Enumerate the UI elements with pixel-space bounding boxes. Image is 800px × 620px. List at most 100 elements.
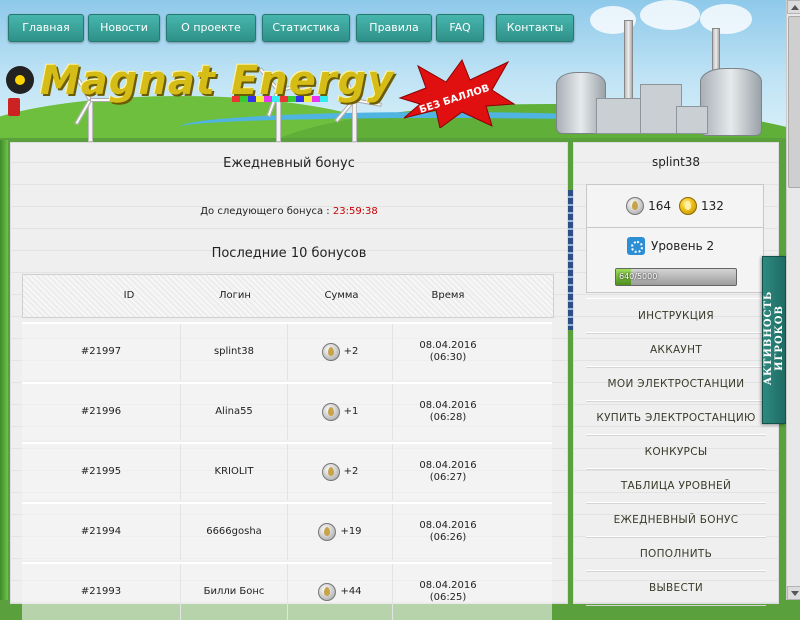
sidebar-item-instructions[interactable]: ИНСТРУКЦИЯ xyxy=(586,298,766,334)
nav-about[interactable]: О проекте xyxy=(166,14,256,42)
silver-coin-icon xyxy=(626,197,645,215)
level-gear-icon xyxy=(627,237,645,255)
row-id: #21994 xyxy=(22,504,181,560)
row-date-text: 08.04.2016 xyxy=(419,520,477,531)
scroll-up-icon[interactable] xyxy=(787,0,800,14)
scroll-down-icon[interactable] xyxy=(787,586,800,600)
smoke xyxy=(640,0,700,30)
sidebar: splint38 164 132 Уровень 2 640/5000 ИНСТ… xyxy=(573,142,779,606)
row-id: #21997 xyxy=(22,324,181,380)
next-bonus-line: До следующего бонуса : 23:59:38 xyxy=(11,206,567,217)
row-time-text: (06:30) xyxy=(429,352,467,363)
site-logo[interactable]: Magnat Energy xyxy=(40,58,394,104)
silver-coin-icon xyxy=(318,523,337,541)
row-login-text: 6666gosha xyxy=(206,526,262,537)
sidebar-item-account[interactable]: АККАУНТ xyxy=(586,332,766,368)
row-id-text: #21996 xyxy=(80,406,122,417)
row-date-text: 08.04.2016 xyxy=(419,580,477,591)
side-decoration xyxy=(0,140,8,600)
sidebar-item-daily-bonus[interactable]: ЕЖЕДНЕВНЫЙ БОНУС xyxy=(586,502,766,538)
row-amount: +2 xyxy=(288,444,393,500)
last-bonuses-title: Последние 10 бонусов xyxy=(211,246,367,261)
sidebar-item-my-power-plants[interactable]: МОИ ЭЛЕКТРОСТАНЦИИ xyxy=(586,366,766,402)
players-activity-tab[interactable]: АКТИВНОСТЬ ИГРОКОВ xyxy=(762,256,786,424)
column-header-login: Логин xyxy=(219,290,251,301)
cooling-tower xyxy=(700,68,762,136)
column-header-time: Время xyxy=(431,290,465,301)
row-amount-text: +44 xyxy=(340,586,362,597)
row-amount: +1 xyxy=(288,384,393,440)
balance-box: 164 132 xyxy=(586,184,764,228)
sidebar-item-buy-power-plant[interactable]: КУПИТЬ ЭЛЕКТРОСТАНЦИЮ xyxy=(586,400,766,436)
row-date-text: 08.04.2016 xyxy=(419,400,477,411)
row-id-text: #21994 xyxy=(80,526,122,537)
table-row: #21993 Билли Бонс +44 08.04.2016 (06:25) xyxy=(22,562,552,620)
silver-coin-icon xyxy=(321,403,340,421)
scroll-thumb[interactable] xyxy=(788,16,800,188)
row-login-text: Билли Бонс xyxy=(203,586,265,597)
gold-coin-icon xyxy=(679,197,697,215)
row-time-text: (06:27) xyxy=(429,472,467,483)
next-bonus-label: До следующего бонуса : xyxy=(200,206,330,217)
nav-news[interactable]: Новости xyxy=(88,14,160,42)
barrel-icon xyxy=(8,98,20,116)
row-login: Билли Бонс xyxy=(181,564,288,620)
row-login: splint38 xyxy=(181,324,288,380)
table-row: #21996 Alina55 +1 08.04.2016 (06:28) xyxy=(22,382,552,440)
row-time-text: (06:26) xyxy=(429,532,467,543)
table-header: ID Логин Сумма Время xyxy=(22,274,554,318)
level-label: Уровень 2 xyxy=(651,239,715,253)
scrollbar[interactable] xyxy=(786,0,800,600)
smoke xyxy=(700,4,752,34)
xp-progress-text: 640/5000 xyxy=(619,272,658,281)
nav-contacts[interactable]: Контакты xyxy=(496,14,574,42)
nav-rules[interactable]: Правила xyxy=(356,14,432,42)
main-panel: Ежедневный бонус До следующего бонуса : … xyxy=(10,142,568,620)
row-amount-text: +19 xyxy=(340,526,362,537)
row-id-text: #21995 xyxy=(80,466,122,477)
sidebar-item-contests[interactable]: КОНКУРСЫ xyxy=(586,434,766,470)
table-row: #21995 KRIOLIT +2 08.04.2016 (06:27) xyxy=(22,442,552,500)
row-login-text: Alina55 xyxy=(215,406,253,417)
level-box: Уровень 2 640/5000 xyxy=(586,227,764,293)
row-amount-text: +1 xyxy=(343,406,359,417)
row-login-text: KRIOLIT xyxy=(214,466,254,477)
page-title: Ежедневный бонус xyxy=(223,156,355,171)
row-time: 08.04.2016 (06:26) xyxy=(393,504,503,560)
sidebar-item-deposit[interactable]: ПОПОЛНИТЬ xyxy=(586,536,766,572)
plant-building xyxy=(676,106,708,134)
row-id-text: #21993 xyxy=(80,586,122,597)
nav-home[interactable]: Главная xyxy=(8,14,84,42)
row-date-text: 08.04.2016 xyxy=(419,460,477,471)
row-id: #21996 xyxy=(22,384,181,440)
nav-faq[interactable]: FAQ xyxy=(436,14,484,42)
sidebar-item-levels-table[interactable]: ТАБЛИЦА УРОВНЕЙ xyxy=(586,468,766,504)
row-amount: +19 xyxy=(288,504,393,560)
silver-balance: 164 xyxy=(648,199,671,213)
row-time: 08.04.2016 (06:25) xyxy=(393,564,503,620)
no-points-badge: БЕЗ БАЛЛОВ xyxy=(398,58,516,128)
row-id: #21993 xyxy=(22,564,181,620)
table-row: #21994 6666gosha +19 08.04.2016 (06:26) xyxy=(22,502,552,560)
row-time: 08.04.2016 (06:28) xyxy=(393,384,503,440)
plant-building xyxy=(596,98,644,134)
row-time: 08.04.2016 (06:30) xyxy=(393,324,503,380)
nav-statistics[interactable]: Статистика xyxy=(262,14,350,42)
xp-progress-bar: 640/5000 xyxy=(615,268,737,286)
row-time-text: (06:25) xyxy=(429,592,467,603)
row-amount: +44 xyxy=(288,564,393,620)
silver-coin-icon xyxy=(318,583,337,601)
row-login: Alina55 xyxy=(181,384,288,440)
row-id-text: #21997 xyxy=(80,346,122,357)
silver-coin-icon xyxy=(321,343,340,361)
next-bonus-timer: 23:59:38 xyxy=(332,206,378,217)
column-header-amount: Сумма xyxy=(324,290,359,301)
row-login: KRIOLIT xyxy=(181,444,288,500)
radiation-icon xyxy=(6,66,34,94)
gold-balance: 132 xyxy=(701,199,724,213)
logo-color-bar xyxy=(232,96,328,102)
sidebar-item-withdraw[interactable]: ВЫВЕСТИ xyxy=(586,570,766,606)
row-login-text: splint38 xyxy=(213,346,255,357)
row-time: 08.04.2016 (06:27) xyxy=(393,444,503,500)
row-amount: +2 xyxy=(288,324,393,380)
